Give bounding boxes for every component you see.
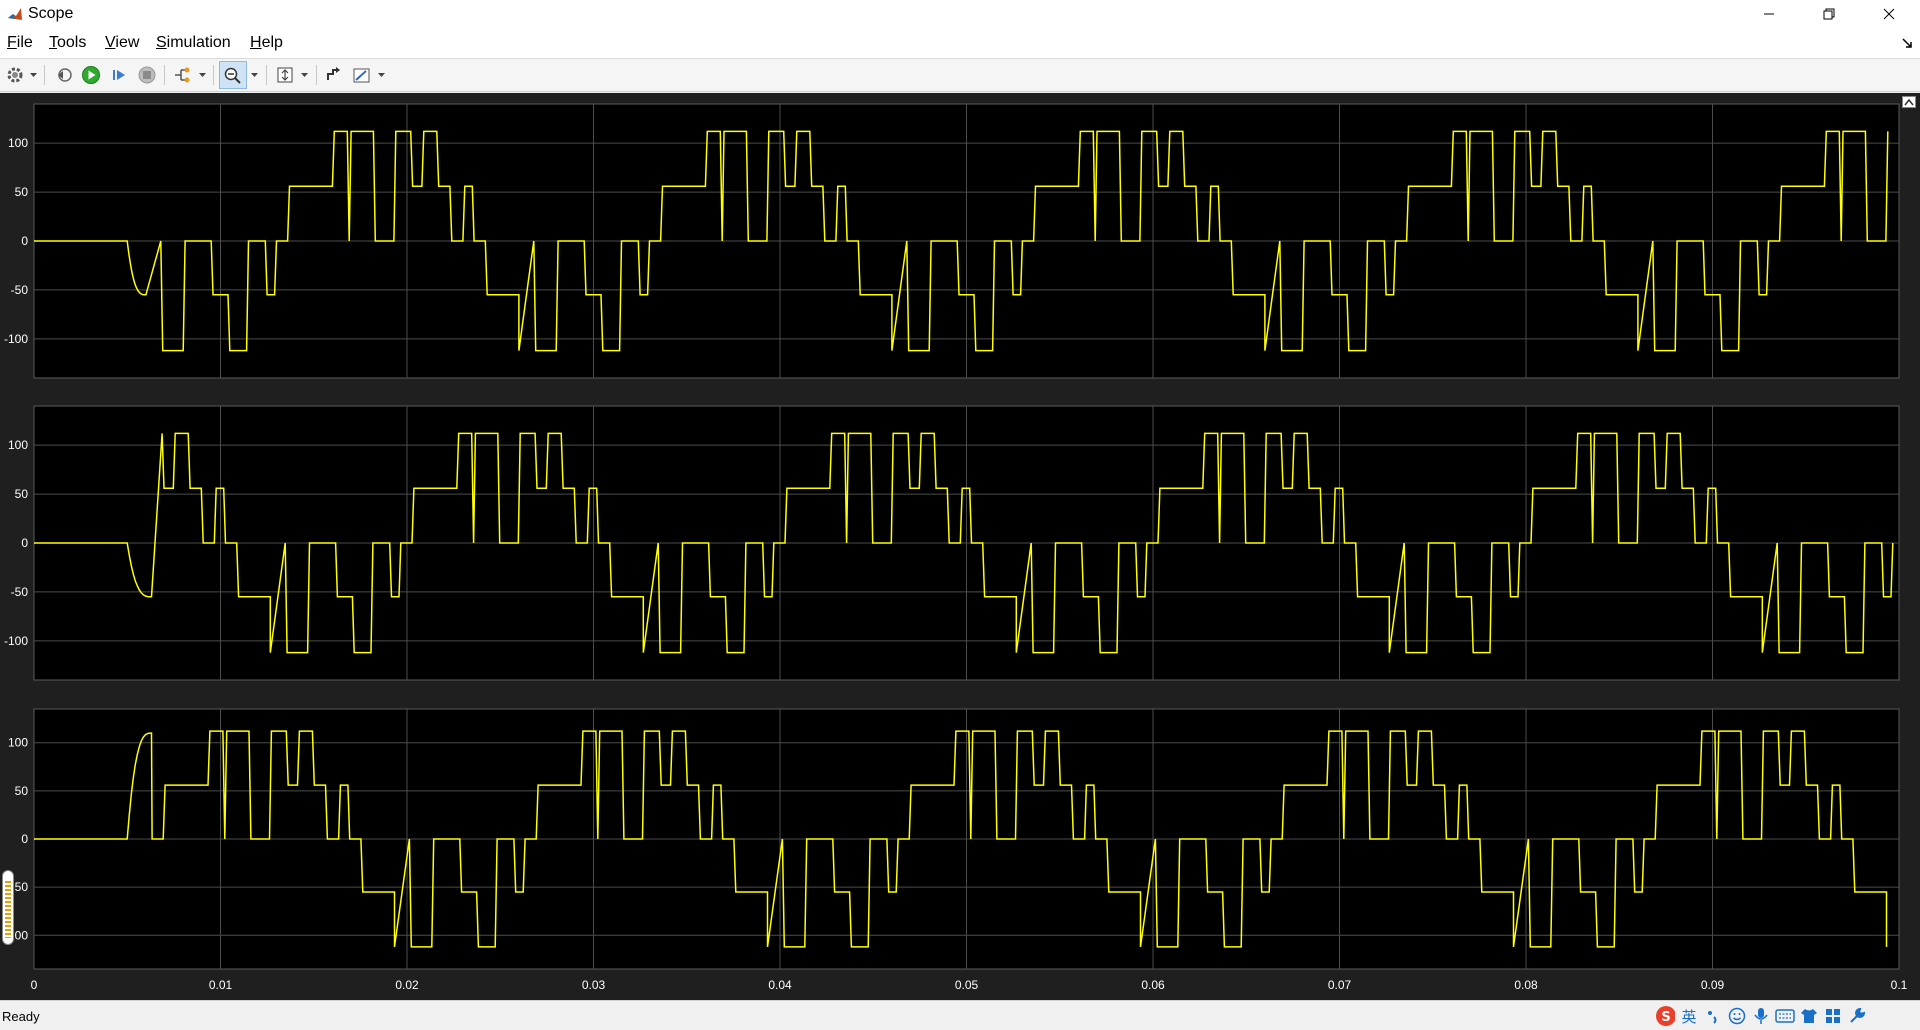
x-tick-label: 0.07 bbox=[1328, 978, 1352, 992]
toolbar-separator bbox=[266, 65, 267, 85]
undock-icon[interactable] bbox=[1900, 36, 1914, 50]
y-tick-label: 100 bbox=[8, 736, 28, 750]
x-tick-label: 0.02 bbox=[395, 978, 419, 992]
chevron-down-icon bbox=[250, 73, 258, 77]
zoom-dropdown[interactable] bbox=[249, 59, 259, 91]
scale-dropdown[interactable] bbox=[299, 59, 309, 91]
stop-button[interactable] bbox=[135, 59, 159, 91]
close-icon bbox=[1883, 8, 1895, 20]
emoji-icon[interactable] bbox=[1727, 1006, 1747, 1026]
cursor-measurement-button[interactable] bbox=[350, 59, 374, 91]
close-button[interactable] bbox=[1860, 0, 1918, 28]
y-tick-label: 0 bbox=[21, 234, 28, 248]
cursor-measurement-icon bbox=[353, 68, 370, 83]
menu-file[interactable]: File bbox=[7, 33, 33, 53]
stop-icon bbox=[138, 66, 156, 84]
window-title: Scope bbox=[28, 5, 74, 22]
triggers-icon bbox=[327, 67, 340, 80]
run-icon bbox=[82, 66, 100, 84]
chevron-down-icon bbox=[377, 73, 385, 77]
chevron-down-icon bbox=[29, 73, 37, 77]
y-tick-label: -50 bbox=[11, 283, 29, 297]
status-bar: Ready S 英 bbox=[0, 1000, 1920, 1030]
minimize-button[interactable] bbox=[1740, 0, 1798, 28]
svg-text:S: S bbox=[1661, 1010, 1670, 1025]
microphone-icon[interactable] bbox=[1751, 1006, 1771, 1026]
signal-highlight-button[interactable] bbox=[171, 59, 195, 91]
y-tick-label: 100 bbox=[8, 136, 28, 150]
menu-tools[interactable]: Tools bbox=[49, 33, 86, 53]
step-forward-icon bbox=[113, 70, 125, 80]
step-back-button[interactable] bbox=[52, 59, 76, 91]
settings-gear-icon bbox=[7, 67, 23, 83]
zoom-button[interactable] bbox=[219, 61, 247, 89]
minimize-icon bbox=[1764, 13, 1774, 15]
step-forward-button[interactable] bbox=[107, 59, 131, 91]
restore-icon bbox=[1823, 8, 1835, 20]
punctuation-icon[interactable] bbox=[1703, 1006, 1723, 1026]
y-tick-label: -100 bbox=[4, 634, 28, 648]
x-tick-label: 0.03 bbox=[582, 978, 606, 992]
matlab-app-icon bbox=[6, 5, 24, 23]
menu-bar: File Tools View Simulation Help bbox=[0, 28, 1920, 58]
expand-legend-button[interactable] bbox=[1902, 96, 1916, 108]
y-tick-label: 0 bbox=[21, 536, 28, 550]
y-tick-label: 50 bbox=[15, 784, 29, 798]
title-bar: Scope bbox=[0, 0, 1920, 28]
x-tick-label: 0.08 bbox=[1514, 978, 1538, 992]
toolbar bbox=[0, 58, 1920, 92]
tools-icon[interactable] bbox=[1847, 1006, 1867, 1026]
x-tick-label: 0.09 bbox=[1701, 978, 1725, 992]
toolbar-separator bbox=[164, 65, 165, 85]
x-tick-label: 0.1 bbox=[1891, 978, 1908, 992]
scope-display: 100 50 0 -50 -100 100 50 0 -50 -100 100 50 0 -50 -100 0… bbox=[0, 93, 1920, 1000]
clothes-icon[interactable] bbox=[1799, 1006, 1819, 1026]
signal-dropdown[interactable] bbox=[197, 59, 207, 91]
x-tick-label: 0.04 bbox=[768, 978, 792, 992]
x-tick-label: 0.01 bbox=[209, 978, 233, 992]
y-tick-label: 50 bbox=[15, 185, 29, 199]
y-tick-label: 100 bbox=[8, 438, 28, 452]
sogou-logo-icon[interactable]: S bbox=[1655, 1006, 1675, 1026]
ime-toolbar: S 英 bbox=[1655, 1004, 1867, 1028]
scope-axes-3: 100500-50-100 bbox=[4, 708, 1900, 970]
measurement-dropdown[interactable] bbox=[376, 59, 386, 91]
grid-icon[interactable] bbox=[1823, 1006, 1843, 1026]
chevron-down-icon bbox=[300, 73, 308, 77]
scale-axes-icon bbox=[277, 67, 293, 83]
settings-button[interactable] bbox=[4, 59, 26, 91]
toolbar-separator bbox=[316, 65, 317, 85]
x-tick-label: 0.06 bbox=[1141, 978, 1165, 992]
status-text: Ready bbox=[2, 1009, 40, 1024]
scope-scroll-handle[interactable] bbox=[2, 870, 14, 945]
scale-axes-button[interactable] bbox=[273, 59, 297, 91]
ime-language[interactable]: 英 bbox=[1679, 1006, 1699, 1026]
y-tick-label: -100 bbox=[4, 332, 28, 346]
toolbar-separator bbox=[213, 65, 214, 85]
run-button[interactable] bbox=[79, 59, 103, 91]
y-tick-label: 50 bbox=[15, 487, 29, 501]
y-tick-label: -50 bbox=[11, 585, 29, 599]
expand-icon bbox=[1904, 98, 1914, 106]
x-tick-label: 0 bbox=[31, 978, 38, 992]
menu-help[interactable]: Help bbox=[250, 33, 283, 53]
chevron-down-icon bbox=[198, 73, 206, 77]
menu-simulation[interactable]: Simulation bbox=[156, 33, 231, 53]
y-tick-label: 0 bbox=[21, 832, 28, 846]
menu-view[interactable]: View bbox=[105, 33, 139, 53]
triggers-button[interactable] bbox=[322, 59, 346, 91]
toolbar-separator bbox=[44, 65, 45, 85]
step-back-icon bbox=[58, 68, 72, 82]
restore-button[interactable] bbox=[1800, 0, 1858, 28]
signal-highlight-icon bbox=[175, 67, 190, 83]
settings-dropdown[interactable] bbox=[28, 59, 38, 91]
scope-axes-2: 100 50 0 -50 -100 bbox=[4, 405, 1900, 681]
zoom-icon bbox=[224, 67, 241, 84]
x-tick-label: 0.05 bbox=[955, 978, 979, 992]
keyboard-icon[interactable] bbox=[1775, 1006, 1795, 1026]
scope-plot-canvas[interactable]: 100500-50-100100500-50-100100500-50-1000… bbox=[0, 93, 1920, 1000]
scope-axes-1: 100 50 0 -50 -100 bbox=[4, 103, 1900, 379]
